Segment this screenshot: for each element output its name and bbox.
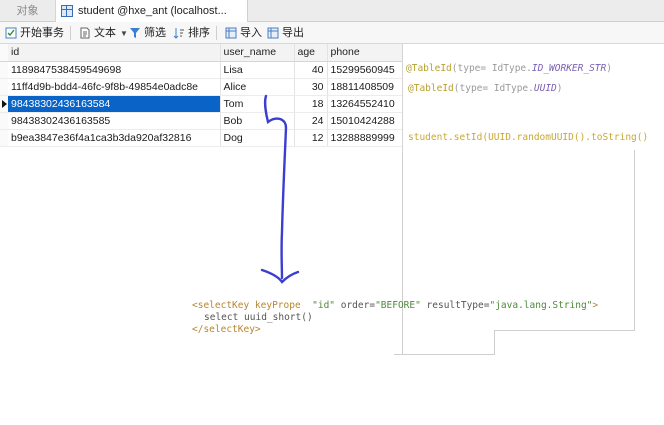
cell-id[interactable]: 11ff4d9b-bdd4-46fc-9f8b-49854e0adc8e [8,78,221,96]
annotation-code-line: @TableId(type= IdType.UUID) [408,83,563,94]
import-icon [225,27,237,39]
cell-age[interactable]: 18 [294,95,328,113]
outline-line [394,354,494,355]
row-marker[interactable] [0,61,8,79]
xml-tag: <selectKey keyPrope [192,300,301,311]
export-label: 导出 [282,27,304,39]
cell-phone[interactable]: 15010424288 [327,112,403,130]
cell-phone[interactable]: 13288889999 [327,129,403,147]
xml-attr-value: "java.lang.String" [489,300,593,311]
paren: ) [556,83,563,94]
grid-header-row: id user_name age phone [0,44,403,62]
cell-phone[interactable]: 13264552410 [327,95,403,113]
cell-id[interactable]: b9ea3847e36f4a1ca3b3da920af32816 [8,129,221,147]
cell-age[interactable]: 30 [294,78,328,96]
filter-button[interactable]: 筛选 [128,25,166,41]
param-assign: = IdType. [480,63,532,74]
java-code-line: student.setId(UUID.randomUUID().toString… [408,132,649,143]
text-label: 文本 [94,27,116,39]
import-button[interactable]: 导入 [224,25,262,41]
outline-line [402,154,403,354]
table-row[interactable]: b9ea3847e36f4a1ca3b3da920af32816 Dog 12 … [0,129,403,147]
toolbar: 开始事务 文本 ▼ 筛选 排序 导入 导出 [0,22,664,44]
chevron-down-icon: ▼ [120,29,128,38]
enum-constant: ID_WORKER_STR [531,63,607,74]
tab-student-table[interactable]: student @hxe_ant (localhost... [56,0,248,22]
tab-student-table-label: student @hxe_ant (localhost... [78,5,227,17]
tab-bar: 对象 student @hxe_ant (localhost... [0,0,664,22]
xml-code-line: <selectKey keyPrope "id" order="BEFORE" … [192,300,598,311]
xml-attr-value: "id" [312,300,336,311]
document-icon [80,27,90,39]
xml-tag: > [592,300,599,311]
outline-line [494,330,634,331]
grid-right-border [402,44,403,154]
xml-code-line: </selectKey> [192,324,261,335]
column-header-id[interactable]: id [8,44,221,62]
annotation-code-line: @TableId(type= IdType.ID_WORKER_STR) [406,63,612,74]
cell-id[interactable]: 1189847538459549698 [8,61,221,79]
table-row-selected[interactable]: 984383024361635‍84 Tom 18 13264552410 [0,95,403,113]
enum-constant: UUID [533,83,557,94]
paren: ) [606,63,612,74]
row-marker[interactable] [0,112,8,130]
sort-button[interactable]: 排序 [172,25,210,41]
table-icon [61,5,73,17]
param-name: type [457,63,481,74]
toolbar-divider [216,26,217,40]
begin-transaction-button[interactable]: 开始事务 [4,25,64,41]
transaction-icon [5,27,17,39]
filter-icon [130,28,140,38]
xml-attr-name: resultType= [420,300,490,311]
data-grid: id user_name age phone 11898475384595496… [0,44,403,147]
column-header-user-name[interactable]: user_name [220,44,295,62]
xml-code-line: select uuid_short() [204,312,313,323]
cell-age[interactable]: 40 [294,61,328,79]
xml-attr-name: order= [335,300,376,311]
sort-label: 排序 [188,27,210,39]
table-row[interactable]: 1189847538459549698 Lisa 40 15299560945 [0,61,403,79]
cell-user-name[interactable]: Lisa [220,61,295,79]
begin-transaction-label: 开始事务 [20,27,64,39]
table-row[interactable]: 98438302436163585 Bob 24 15010424288 [0,112,403,130]
annotation-keyword: @TableId [408,83,454,94]
outline-line [494,330,495,355]
xml-attr-value: "BEFORE" [375,300,421,311]
row-marker[interactable] [0,129,8,147]
column-header-age[interactable]: age [294,44,328,62]
param-assign: = IdType. [482,83,534,94]
import-label: 导入 [240,27,262,39]
annotation-keyword: @TableId [406,63,452,74]
table-row[interactable]: 11ff4d9b-bdd4-46fc-9f8b-49854e0adc8e Ali… [0,78,403,96]
column-header-phone[interactable]: phone [327,44,403,62]
cell-phone[interactable]: 15299560945 [327,61,403,79]
xml-tag: </selectKey> [192,324,261,335]
cell-id[interactable]: 98438302436163585 [8,112,221,130]
cell-phone[interactable]: 18811408509 [327,78,403,96]
export-button[interactable]: 导出 [266,25,304,41]
tab-objects[interactable]: 对象 [0,0,56,22]
toolbar-divider [70,26,71,40]
filter-label: 筛选 [144,27,166,39]
hand-drawn-arrow [260,94,300,284]
outline-line [634,150,635,331]
param-name: type [459,83,483,94]
current-row-marker[interactable] [0,95,8,113]
export-icon [267,27,279,39]
cell-age[interactable]: 24 [294,112,328,130]
sort-icon [173,28,184,39]
row-marker-header [0,44,8,62]
cell-id-selected[interactable]: 984383024361635‍84 [8,95,221,113]
text-button[interactable]: 文本 ▼ [78,25,128,41]
cell-age[interactable]: 12 [294,129,328,147]
row-marker[interactable] [0,78,8,96]
